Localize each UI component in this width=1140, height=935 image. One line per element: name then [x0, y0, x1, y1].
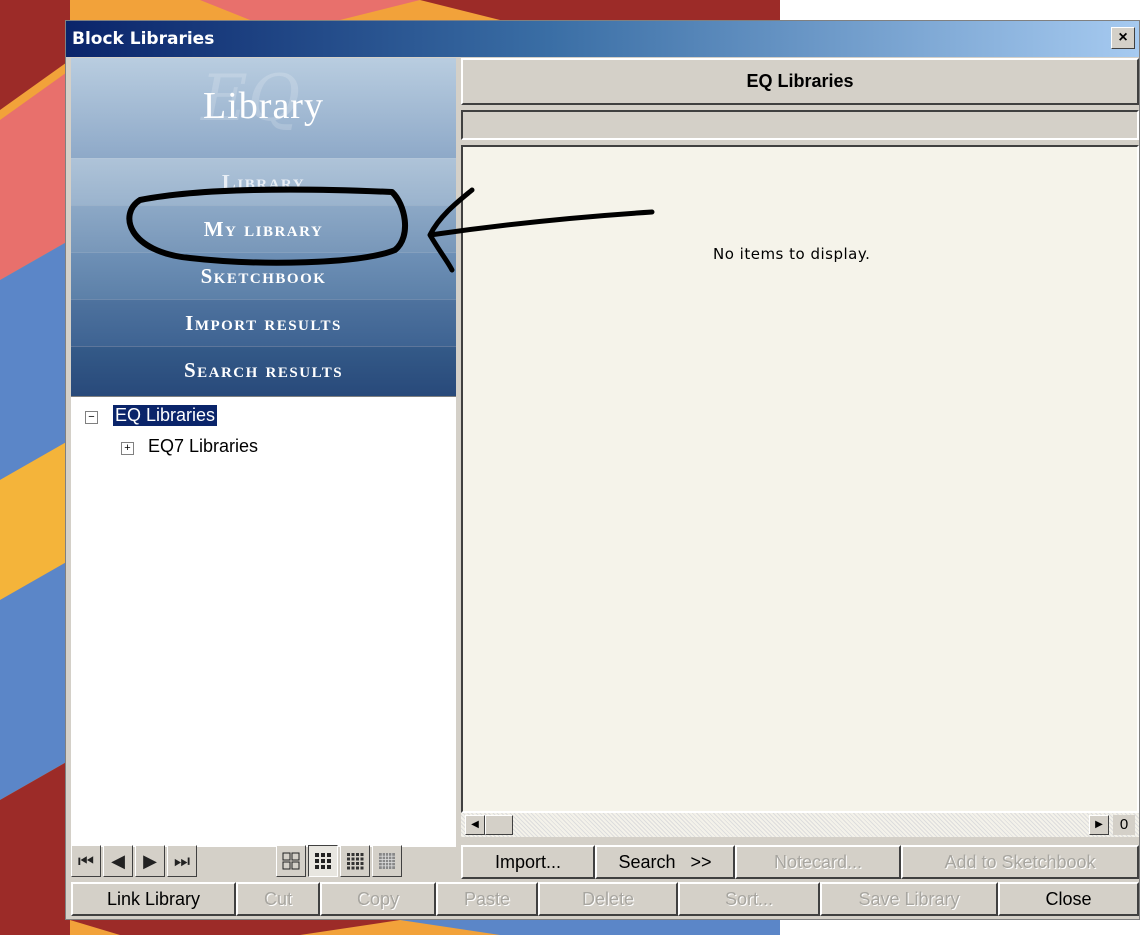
- save-library-button[interactable]: Save Library: [820, 882, 998, 916]
- delete-button[interactable]: Delete: [538, 882, 678, 916]
- block-libraries-window: Block Libraries × EQ Library Library My …: [65, 20, 1140, 920]
- page-navigation-toolbar: ⏮ ◀ ▶ ⏭: [71, 845, 456, 879]
- tree-item-eq-libraries[interactable]: EQ Libraries: [113, 405, 218, 426]
- copy-button[interactable]: Copy: [320, 882, 436, 916]
- grid-5x5-icon[interactable]: [372, 845, 402, 877]
- grid-2x2-icon[interactable]: [276, 845, 306, 877]
- horizontal-scrollbar[interactable]: ◀ ▶ 0: [461, 813, 1139, 837]
- page-count: 0: [1113, 815, 1135, 835]
- window-title: Block Libraries: [72, 29, 215, 49]
- panel-subheader-bar: [461, 110, 1139, 140]
- import-button[interactable]: Import...: [461, 845, 595, 879]
- next-page-icon[interactable]: ▶: [135, 845, 165, 877]
- link-library-button[interactable]: Link Library: [71, 882, 236, 916]
- title-bar[interactable]: Block Libraries ×: [66, 21, 1139, 57]
- scroll-right-icon[interactable]: ▶: [1089, 815, 1109, 835]
- cut-button[interactable]: Cut: [236, 882, 320, 916]
- empty-message: No items to display.: [713, 245, 871, 263]
- nav-search-results[interactable]: Search results: [71, 346, 456, 397]
- first-page-icon[interactable]: ⏮: [71, 845, 101, 877]
- library-heading: Library: [203, 85, 324, 127]
- close-window-button[interactable]: ×: [1111, 27, 1135, 49]
- nav-library[interactable]: Library: [71, 158, 456, 206]
- tree-item-eq7-libraries[interactable]: EQ7 Libraries: [148, 436, 258, 457]
- items-display-area[interactable]: No items to display.: [461, 145, 1139, 813]
- nav-sketchbook[interactable]: Sketchbook: [71, 252, 456, 300]
- paste-button[interactable]: Paste: [436, 882, 538, 916]
- library-header: EQ Library: [71, 58, 456, 158]
- scroll-thumb[interactable]: [485, 815, 513, 835]
- panel-title: EQ Libraries: [461, 58, 1139, 105]
- nav-my-library[interactable]: My library: [71, 205, 456, 253]
- expand-icon[interactable]: +: [121, 442, 134, 455]
- collapse-icon[interactable]: −: [85, 411, 98, 424]
- previous-page-icon[interactable]: ◀: [103, 845, 133, 877]
- library-tree[interactable]: − EQ Libraries + EQ7 Libraries: [71, 396, 456, 847]
- grid-3x3-icon[interactable]: [308, 845, 338, 877]
- search-button[interactable]: Search >>: [595, 845, 735, 879]
- close-button[interactable]: Close: [998, 882, 1139, 916]
- nav-import-results[interactable]: Import results: [71, 299, 456, 347]
- add-to-sketchbook-button[interactable]: Add to Sketchbook: [901, 845, 1139, 879]
- grid-4x4-icon[interactable]: [340, 845, 370, 877]
- notecard-button[interactable]: Notecard...: [735, 845, 901, 879]
- sort-button[interactable]: Sort...: [678, 882, 820, 916]
- last-page-icon[interactable]: ⏭: [167, 845, 197, 877]
- scroll-left-icon[interactable]: ◀: [465, 815, 485, 835]
